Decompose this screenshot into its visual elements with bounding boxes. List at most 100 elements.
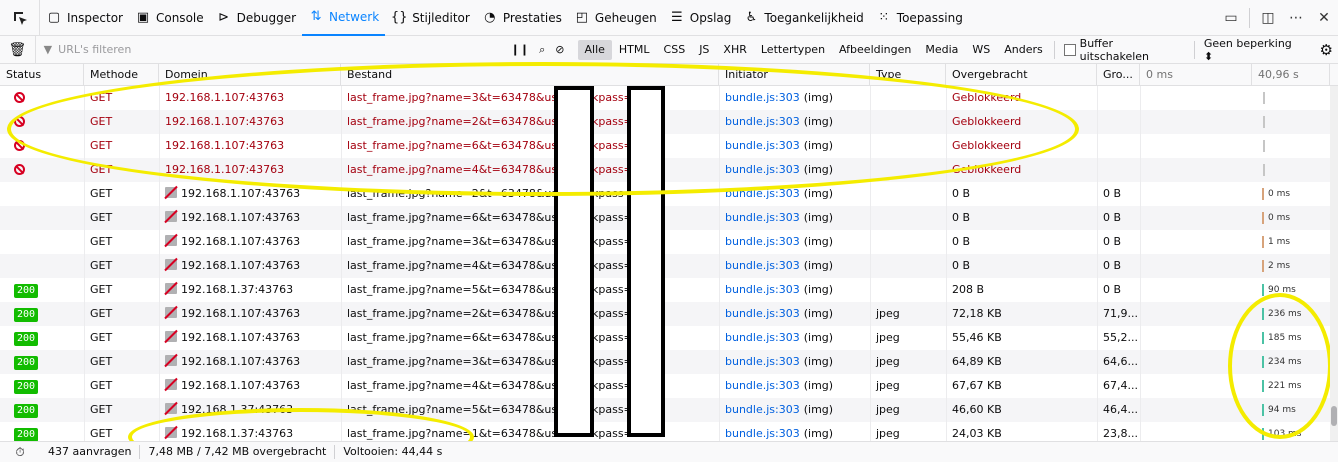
column-divider [84, 398, 85, 422]
redaction-box [627, 86, 665, 437]
vertical-scrollbar[interactable] [1330, 86, 1338, 441]
tab-console[interactable]: ▣ Console [129, 0, 210, 36]
type-filter-js[interactable]: JS [692, 40, 716, 60]
file-text: last_frame.jpg?name=6&t=63478&user= [347, 211, 578, 224]
tab-application[interactable]: ⁙ Toepassing [870, 0, 969, 36]
tab-inspector[interactable]: ▢ Inspector [40, 0, 129, 36]
element-picker-button[interactable] [0, 0, 40, 36]
method-text: GET [90, 403, 113, 416]
table-row[interactable]: GET 192.168.1.107:43763 last_frame.jpg?nam… [0, 206, 1330, 230]
column-header[interactable]: Bestand [341, 64, 719, 86]
table-row[interactable]: 200 GET 192.168.1.107:43763 last_frame.jpg?… [0, 326, 1330, 350]
column-divider [1097, 398, 1098, 422]
table-row[interactable]: GET 192.168.1.107:43763 last_frame.jpg?nam… [0, 86, 1330, 110]
table-row[interactable]: 200 GET 192.168.1.107:43763 last_frame.jpg?… [0, 302, 1330, 326]
transferred-text: 0 B [952, 259, 971, 272]
storage-icon: ☰ [670, 10, 683, 25]
disable-cache-checkbox[interactable] [1063, 43, 1076, 56]
stopwatch-icon: ⏱ [15, 444, 25, 459]
table-row[interactable]: GET 192.168.1.107:43763 last_frame.jpg?nam… [0, 230, 1330, 254]
disable-cache-toggle[interactable]: Buffer uitschakelen [1059, 36, 1190, 64]
column-divider [84, 326, 85, 350]
throttling-select[interactable]: Geen beperking ⬍ [1199, 36, 1309, 64]
column-header[interactable]: Initiator [719, 64, 870, 86]
responsive-design-button[interactable]: ▭ [1217, 0, 1245, 36]
tab-debugger[interactable]: ⊳ Debugger [210, 0, 302, 36]
table-row[interactable]: 200 GET 192.168.1.107:43763 last_frame.jpg?… [0, 350, 1330, 374]
tab-label: Netwerk [329, 9, 380, 24]
waterfall-bar [1263, 164, 1265, 176]
column-header[interactable]: 0 ms [1140, 64, 1252, 86]
column-divider [719, 182, 720, 206]
more-options-button[interactable]: ⋯ [1282, 0, 1310, 36]
tab-storage[interactable]: ☰ Opslag [663, 0, 738, 36]
tab-accessibility[interactable]: ♿ Toegankelijkheid [737, 0, 869, 36]
type-filter-afbeeldingen[interactable]: Afbeeldingen [832, 40, 918, 60]
column-header[interactable]: Type [870, 64, 946, 86]
column-divider [1140, 350, 1141, 374]
close-devtools-button[interactable]: ✕ [1310, 0, 1338, 36]
column-header[interactable]: 40,96 s [1252, 64, 1330, 86]
table-row[interactable]: 200 GET 192.168.1.37:43763 last_frame.jpg?n… [0, 398, 1330, 422]
column-divider [84, 86, 85, 110]
tab-memory[interactable]: ◰ Geheugen [568, 0, 663, 36]
dock-button[interactable]: ◫ [1254, 0, 1282, 36]
type-filter-anders[interactable]: Anders [997, 40, 1050, 60]
type-filter-xhr[interactable]: XHR [716, 40, 753, 60]
transferred-text: 0 B [952, 211, 971, 224]
column-divider [1140, 254, 1141, 278]
table-row[interactable]: 200 GET 192.168.1.37:43763 last_frame.jpg?n… [0, 278, 1330, 302]
ellipsis-icon: ⋯ [1289, 10, 1303, 26]
column-header[interactable]: Overgebracht [946, 64, 1097, 86]
type-filter-html[interactable]: HTML [612, 40, 657, 60]
status-cell: 200 [0, 302, 84, 326]
size-text: 0 B [1103, 235, 1122, 248]
column-divider [1140, 182, 1141, 206]
network-settings-button[interactable]: ⚙ [1315, 36, 1338, 64]
transferred-text: 0 B [952, 235, 971, 248]
table-row[interactable]: GET 192.168.1.107:43763 last_frame.jpg?nam… [0, 110, 1330, 134]
type-filter-alle[interactable]: Alle [577, 39, 612, 60]
tab-style-editor[interactable]: {} Stijleditor [385, 0, 476, 36]
tab-network[interactable]: ⇅ Netwerk [302, 0, 386, 36]
initiator-cell: bundle.js:303 (img) [719, 398, 870, 422]
column-header[interactable]: Methode [84, 64, 159, 86]
status-cell [0, 182, 84, 206]
column-header[interactable]: Status [0, 64, 84, 86]
table-row[interactable]: 200 GET 192.168.1.107:43763 last_frame.jpg?… [0, 374, 1330, 398]
type-filter-ws[interactable]: WS [965, 40, 997, 60]
block-requests-button[interactable]: ⊘ [550, 36, 569, 64]
column-divider [1097, 326, 1098, 350]
tab-performance[interactable]: ◔ Prestaties [476, 0, 568, 36]
initiator-type: (img) [803, 283, 834, 296]
search-button[interactable]: ⌕ [534, 36, 550, 64]
column-divider [946, 110, 947, 134]
table-row[interactable]: GET 192.168.1.107:43763 last_frame.jpg?nam… [0, 134, 1330, 158]
type-filter-media[interactable]: Media [918, 40, 965, 60]
type-filter-css[interactable]: CSS [657, 40, 693, 60]
clear-button[interactable]: 🗑 [0, 35, 36, 64]
table-row[interactable]: GET 192.168.1.107:43763 last_frame.jpg?nam… [0, 182, 1330, 206]
column-divider [1140, 302, 1141, 326]
waterfall-timing: 94 ms [1268, 405, 1296, 415]
table-row[interactable]: GET 192.168.1.107:43763 last_frame.jpg?nam… [0, 254, 1330, 278]
column-divider [1140, 158, 1141, 182]
scrollbar-thumb[interactable] [1331, 406, 1337, 426]
column-divider [159, 86, 160, 110]
close-icon: ✕ [1318, 10, 1330, 26]
column-header[interactable]: Gro... [1097, 64, 1140, 86]
type-filter-lettertypen[interactable]: Lettertypen [754, 40, 832, 60]
url-filter-input[interactable]: ▼ URL's filteren [36, 38, 506, 62]
method-text: GET [90, 115, 113, 128]
method-cell: GET [84, 182, 159, 206]
waterfall-bar [1263, 92, 1265, 104]
domain-text: 192.168.1.37:43763 [181, 403, 294, 416]
column-divider [1140, 86, 1141, 110]
transferred-text: Geblokkeerd [952, 91, 1022, 104]
size-text: 55,2... [1103, 331, 1138, 344]
search-icon: ⌕ [539, 42, 546, 56]
pause-button[interactable]: ❙❙ [506, 36, 534, 64]
column-header[interactable]: Domein [159, 64, 341, 86]
column-divider [719, 254, 720, 278]
table-row[interactable]: GET 192.168.1.107:43763 last_frame.jpg?nam… [0, 158, 1330, 182]
